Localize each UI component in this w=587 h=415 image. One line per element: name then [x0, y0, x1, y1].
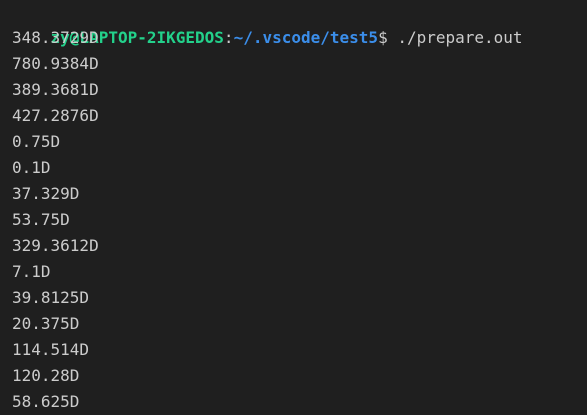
- output-line: 348.3729D: [12, 28, 99, 47]
- prompt-symbol: $: [378, 28, 398, 47]
- output-line: 53.75D: [12, 210, 70, 229]
- output-line: 0.75D: [12, 132, 61, 151]
- prompt-path: ~/.vscode/test5: [233, 28, 379, 47]
- output-line: 389.3681D: [12, 80, 99, 99]
- output-line: 37.329D: [12, 184, 80, 203]
- command-prompt-line: zy@LAPTOP-2IKGEDOS:~/.vscode/test5$ ./pr…: [12, 0, 523, 47]
- prompt-colon: :: [223, 28, 234, 47]
- prompt-command: ./prepare.out: [397, 28, 523, 47]
- output-line: 7.1D: [12, 262, 51, 281]
- output-line: 20.375D: [12, 314, 80, 333]
- output-line: 427.2876D: [12, 106, 99, 125]
- terminal-panel[interactable]: zy@LAPTOP-2IKGEDOS:~/.vscode/test5$ ./pr…: [0, 0, 587, 411]
- output-line: 0.1D: [12, 158, 51, 177]
- output-line: 58.625D: [12, 392, 80, 411]
- output-line: 120.28D: [12, 366, 80, 385]
- output-line: 114.514D: [12, 340, 90, 359]
- output-line: 780.9384D: [12, 54, 99, 73]
- output-line: 329.3612D: [12, 236, 99, 255]
- output-line: 39.8125D: [12, 288, 90, 307]
